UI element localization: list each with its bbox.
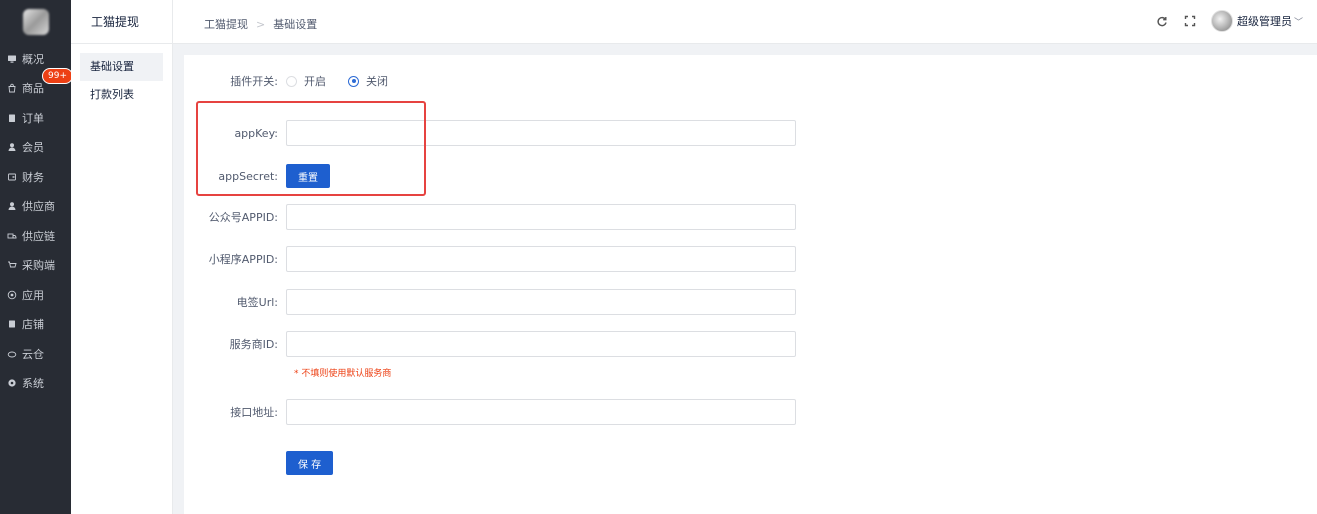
sidebar-item-system[interactable]: 系统 xyxy=(0,369,71,399)
fullscreen-icon[interactable] xyxy=(1183,14,1197,28)
breadcrumb-item-current: 基础设置 xyxy=(273,18,318,31)
reset-secret-button[interactable]: 重置 xyxy=(286,164,330,188)
sidebar-item-goods[interactable]: 商品 99+ xyxy=(0,67,73,104)
provider-id-hint: * 不填则使用默认服务商 xyxy=(294,369,392,379)
logo xyxy=(0,0,71,44)
gear-icon xyxy=(6,377,18,389)
form-row-api-url: 接口地址: xyxy=(184,399,796,425)
form-row-app-key: appKey: xyxy=(184,120,796,146)
wallet-icon xyxy=(6,171,18,183)
form-row-official-appid: 公众号APPID: xyxy=(184,204,796,230)
sub-sidebar: 工猫提现 基础设置 打款列表 xyxy=(71,0,173,514)
user-menu[interactable]: 超级管理员 ﹀ xyxy=(1210,10,1303,32)
api-url-input[interactable] xyxy=(286,399,796,425)
radio-disable-label: 关闭 xyxy=(366,75,388,88)
sidebar-item-purchase[interactable]: 采购端 xyxy=(0,251,71,281)
sidebar-item-label: 概况 xyxy=(22,52,44,66)
app-key-label: appKey: xyxy=(234,126,278,140)
sidebar-item-label: 供应商 xyxy=(22,200,55,214)
sidebar-item-members[interactable]: 会员 xyxy=(0,133,71,163)
radio-disable-circle[interactable] xyxy=(348,75,359,87)
sidebar-item-label: 供应链 xyxy=(22,229,55,243)
radio-enable[interactable]: 开启 xyxy=(286,73,326,89)
official-appid-label: 公众号APPID: xyxy=(208,211,278,224)
sidebar-item-label: 订单 xyxy=(22,111,44,125)
monitor-icon xyxy=(6,53,18,65)
cart-icon xyxy=(6,259,18,271)
form-row-esign-url: 电签Url: xyxy=(184,289,796,315)
mini-appid-label: 小程序APPID: xyxy=(208,253,278,266)
save-button[interactable]: 保 存 xyxy=(286,451,334,475)
sidebar-item-label: 店铺 xyxy=(22,318,44,332)
provider-id-label: 服务商ID: xyxy=(229,338,278,351)
chevron-down-icon: ﹀ xyxy=(1293,17,1303,28)
user-name: 超级管理员 xyxy=(1236,15,1292,28)
esign-url-input[interactable] xyxy=(286,289,796,315)
sidebar-item-finance[interactable]: 财务 xyxy=(0,162,71,192)
official-appid-input[interactable] xyxy=(286,204,796,230)
sidebar-item-supply-chain[interactable]: 供应链 xyxy=(0,221,71,251)
refresh-icon[interactable] xyxy=(1155,14,1169,28)
avatar xyxy=(1210,10,1233,32)
mini-appid-input[interactable] xyxy=(286,246,796,272)
submenu-title: 工猫提现 xyxy=(71,0,172,44)
form-row-save: 保 存 xyxy=(184,451,334,475)
sidebar-item-cloud-warehouse[interactable]: 云仓 xyxy=(0,339,71,369)
top-header: 工猫提现 > 基础设置 超级管理员 ﹀ xyxy=(173,0,1317,44)
cloud-icon xyxy=(6,348,18,360)
form-row-mini-appid: 小程序APPID: xyxy=(184,246,796,272)
user-icon xyxy=(6,141,18,153)
sidebar-item-orders[interactable]: 订单 xyxy=(0,103,71,133)
sidebar-item-supplier[interactable]: 供应商 xyxy=(0,192,71,222)
app-secret-label: appSecret: xyxy=(218,169,278,183)
main-nav: 概况 商品 99+ 订单 会员 财务 供应商 供应链 采购端 应用 店铺 云仓 … xyxy=(0,44,73,399)
plugin-switch-label: 插件开关: xyxy=(230,75,278,88)
sidebar-item-label: 商品 xyxy=(22,82,44,96)
app-key-input[interactable] xyxy=(286,120,796,146)
store-icon xyxy=(6,318,18,330)
radio-enable-circle[interactable] xyxy=(286,75,297,87)
breadcrumb-item-parent[interactable]: 工猫提现 xyxy=(204,16,248,32)
supplier-icon xyxy=(6,200,18,212)
sidebar-item-apps[interactable]: 应用 xyxy=(0,280,71,310)
form-row-provider-id: 服务商ID: xyxy=(184,331,796,357)
submenu-item-basic-settings[interactable]: 基础设置 xyxy=(80,53,163,81)
form-row-app-secret: appSecret: 重置 xyxy=(184,164,330,188)
header-actions: 超级管理员 ﹀ xyxy=(1155,10,1303,32)
main-sidebar: 概况 商品 99+ 订单 会员 财务 供应商 供应链 采购端 应用 店铺 云仓 … xyxy=(0,0,73,514)
settings-form: 插件开关: 开启 关闭 appKey: appSecret: 重置 公众号APP… xyxy=(184,55,1317,514)
shopping-bag-icon xyxy=(6,82,18,94)
sidebar-item-label: 会员 xyxy=(22,141,44,155)
truck-icon xyxy=(6,230,18,242)
breadcrumb: 工猫提现 > 基础设置 xyxy=(204,16,317,32)
provider-id-input[interactable] xyxy=(286,331,796,357)
sidebar-item-label: 系统 xyxy=(22,377,44,391)
goods-count-badge: 99+ xyxy=(42,67,73,84)
form-row-plugin-switch: 插件开关: 开启 关闭 xyxy=(184,73,410,89)
esign-url-label: 电签Url: xyxy=(236,296,278,309)
radio-disable[interactable]: 关闭 xyxy=(348,73,388,89)
sidebar-item-label: 应用 xyxy=(22,288,44,302)
logo-image xyxy=(22,9,49,35)
radio-enable-label: 开启 xyxy=(304,75,326,88)
sidebar-item-label: 财务 xyxy=(22,170,44,184)
clipboard-icon xyxy=(6,112,18,124)
sidebar-item-label: 云仓 xyxy=(22,347,44,361)
sidebar-item-label: 采购端 xyxy=(22,259,55,273)
apps-icon xyxy=(6,289,18,301)
breadcrumb-separator-icon: > xyxy=(256,17,266,31)
submenu-item-payout-list[interactable]: 打款列表 xyxy=(80,81,163,109)
sidebar-item-store[interactable]: 店铺 xyxy=(0,310,71,340)
api-url-label: 接口地址: xyxy=(230,406,278,419)
